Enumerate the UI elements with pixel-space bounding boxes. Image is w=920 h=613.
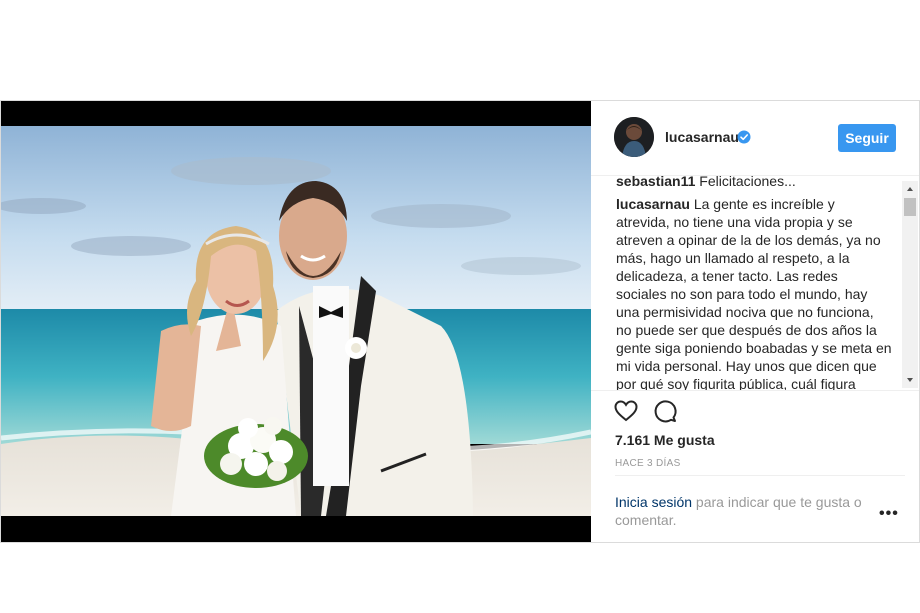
caption-username[interactable]: lucasarnau [616,196,690,212]
post-header: lucasarnau Seguir [591,101,919,176]
comment-text: Felicitaciones... [699,176,796,189]
post-media[interactable] [1,101,591,542]
verified-badge-icon [737,130,751,144]
avatar-image [614,117,654,157]
post-caption: lucasarnau La gente es increíble y atrev… [616,195,892,390]
likes-count[interactable]: 7.161 Me gusta [615,432,715,448]
login-prompt: Inicia sesión para indicar que te gusta … [615,493,875,529]
post-timestamp[interactable]: HACE 3 DÍAS [615,458,681,469]
scrollbar-thumb[interactable] [904,198,916,216]
scroll-up-arrow-icon[interactable] [902,181,918,197]
avatar[interactable] [614,117,654,157]
comment-username[interactable]: sebastian11 [616,176,695,189]
caption-text: La gente es increíble y atrevida, no tie… [616,196,892,390]
post-sidebar: lucasarnau Seguir sebastian11 Felicitaci… [591,101,919,542]
username[interactable]: lucasarnau [665,129,739,145]
comment-icon[interactable] [652,398,678,424]
footer-divider [615,475,905,476]
comment-item: sebastian11 Felicitaciones... [616,176,796,189]
comments-list: sebastian11 Felicitaciones... lucasarnau… [591,176,919,390]
login-link[interactable]: Inicia sesión [615,494,692,510]
instagram-post-embed: lucasarnau Seguir sebastian11 Felicitaci… [0,100,920,543]
more-options-icon[interactable]: ••• [879,505,899,523]
wedding-photo [1,126,591,516]
follow-button[interactable]: Seguir [838,124,896,152]
comments-scrollbar[interactable] [902,181,918,388]
actions-divider [591,390,919,392]
scroll-down-arrow-icon[interactable] [902,372,918,388]
heart-icon[interactable] [613,398,639,424]
